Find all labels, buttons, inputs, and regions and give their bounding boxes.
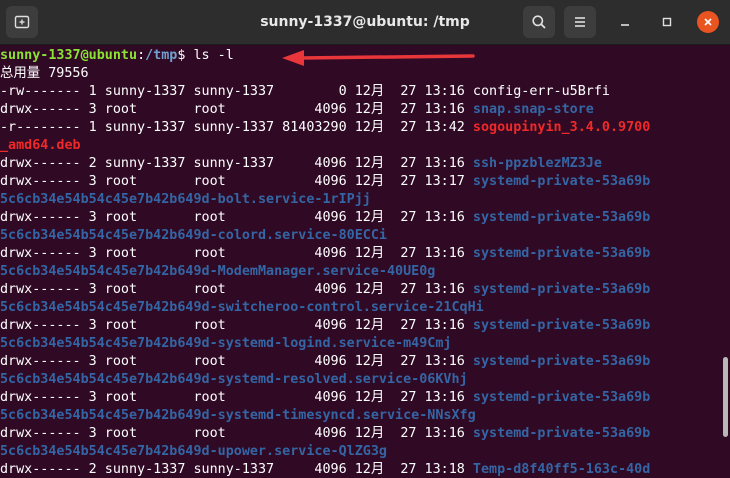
annotation-arrow bbox=[282, 50, 475, 66]
